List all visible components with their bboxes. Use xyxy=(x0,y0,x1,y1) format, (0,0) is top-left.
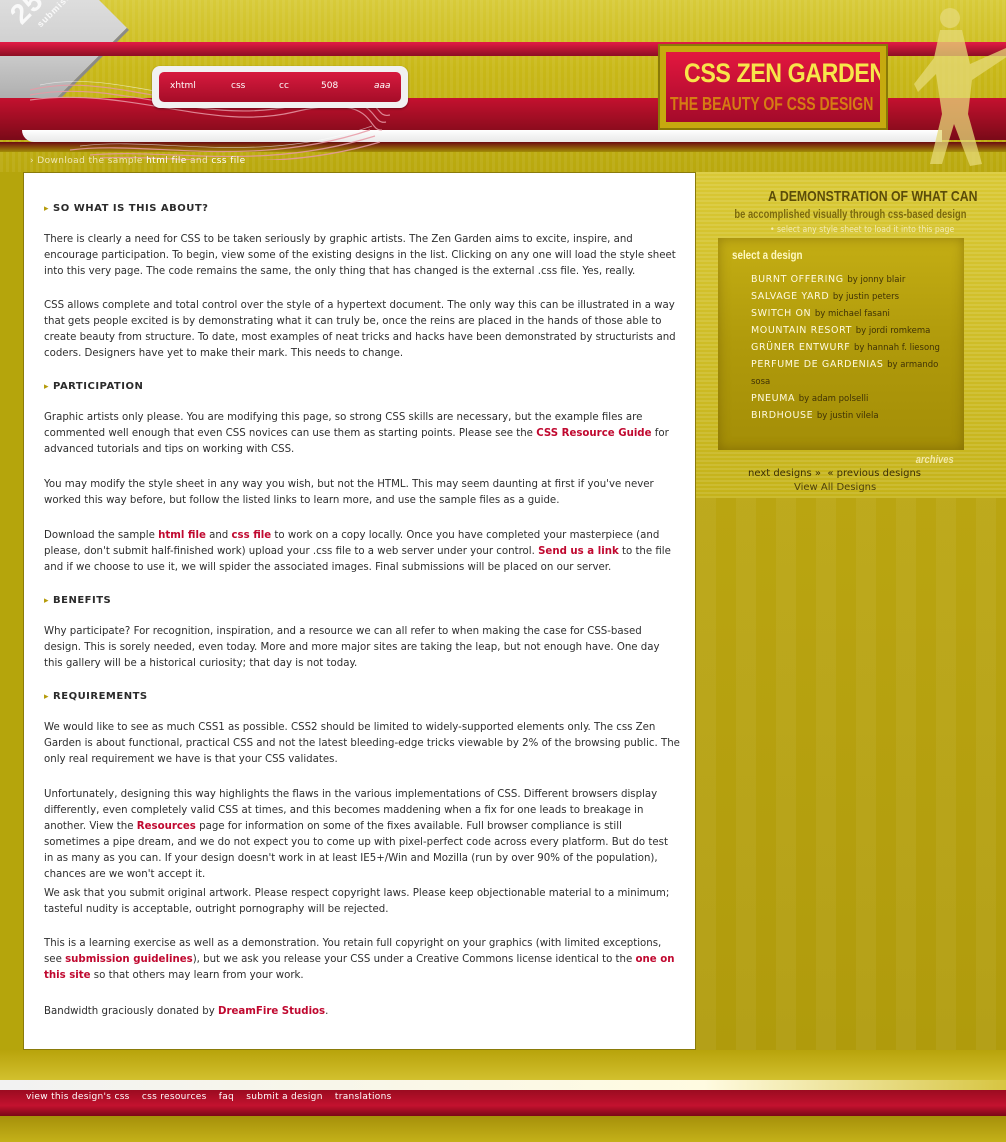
download-arrow-icon: › xyxy=(30,156,34,166)
header: 25 submissions xhtml css cc 508 aaa CSS xyxy=(0,0,1006,172)
send-us-a-link[interactable]: Send us a link xyxy=(538,546,619,557)
footer-link-translations[interactable]: translations xyxy=(335,1092,392,1102)
requirements-paragraph-2: Unfortunately, designing this way highli… xyxy=(44,789,668,880)
html-file-link[interactable]: html file xyxy=(158,530,206,541)
design-select-panel: select a design BURNT OFFERING by jonny … xyxy=(718,238,964,450)
resources-link[interactable]: Resources xyxy=(137,821,196,832)
bandwidth-credit: Bandwidth graciously donated by DreamFir… xyxy=(44,1006,329,1017)
main-content-panel: SO WHAT IS THIS ABOUT? There is clearly … xyxy=(23,172,696,1050)
section-title-about: SO WHAT IS THIS ABOUT? xyxy=(44,203,208,214)
acronym-bar: xhtml css cc 508 aaa xyxy=(152,66,408,108)
download-sample-line: › Download the sample html file and css … xyxy=(30,156,246,166)
demonstration-subtitle: be accomplished visually through css-bas… xyxy=(734,207,966,221)
participation-paragraph-2: You may modify the style sheet in any wa… xyxy=(44,479,654,506)
sidebar-background-fill xyxy=(696,498,1006,1050)
logo-title: CSS ZEN GARDEN xyxy=(684,58,880,88)
participation-paragraph-1: Graphic artists only please. You are mod… xyxy=(44,412,669,455)
footer-bottom xyxy=(0,1116,1006,1142)
footer-links: view this design's css css resources faq… xyxy=(26,1092,401,1102)
logo-subtitle: THE BEAUTY OF CSS DESIGN xyxy=(670,94,874,114)
design-item[interactable]: PNEUMA by adam polselli xyxy=(751,393,868,404)
participation-paragraph-3: Download the sample html file and css fi… xyxy=(44,530,671,573)
acronym-508[interactable]: 508 xyxy=(321,81,338,91)
design-item[interactable]: BURNT OFFERING by jonny blair xyxy=(751,274,905,285)
about-paragraph-1: There is clearly a need for CSS to be ta… xyxy=(44,234,676,277)
archive-nav: next designs » « previous designs xyxy=(748,468,921,479)
design-item[interactable]: MOUNTAIN RESORT by jordi romkema xyxy=(751,325,930,336)
design-item[interactable]: PERFUME DE GARDENIAS by armando xyxy=(751,359,938,370)
about-paragraph-2: CSS allows complete and total control ov… xyxy=(44,300,676,359)
section-title-benefits: BENEFITS xyxy=(44,595,111,606)
design-item[interactable]: SWITCH ON by michael fasani xyxy=(751,308,890,319)
requirements-paragraph-4: This is a learning exercise as well as a… xyxy=(44,938,675,981)
silhouette-figure-graphic xyxy=(914,8,1006,166)
section-title-requirements: REQUIREMENTS xyxy=(44,691,148,702)
requirements-paragraph-3: We ask that you submit original artwork.… xyxy=(44,888,670,915)
footer-white-stripe xyxy=(0,1080,1006,1090)
next-designs-link[interactable]: next designs » xyxy=(748,468,821,479)
hint-bullet-icon: • xyxy=(769,225,777,235)
site-logo: CSS ZEN GARDEN THE BEAUTY OF CSS DESIGN xyxy=(658,44,888,130)
footer-link-submit-design[interactable]: submit a design xyxy=(246,1092,323,1102)
view-all-designs-link[interactable]: View All Designs xyxy=(794,482,876,493)
footer-link-view-css[interactable]: view this design's css xyxy=(26,1092,130,1102)
acronym-css[interactable]: css xyxy=(231,81,245,91)
demonstration-title: A DEMONSTRATION OF WHAT CAN xyxy=(768,188,978,205)
select-hint: • select any style sheet to load it into… xyxy=(769,225,954,235)
previous-designs-link[interactable]: « previous designs xyxy=(827,468,921,479)
select-design-heading: select a design xyxy=(732,248,803,262)
dreamfire-studios-link[interactable]: DreamFire Studios xyxy=(218,1006,325,1017)
archives-label: archives xyxy=(916,454,954,466)
submission-guidelines-link[interactable]: submission guidelines xyxy=(65,954,193,965)
css-file-link[interactable]: css file xyxy=(232,530,272,541)
design-item[interactable]: SALVAGE YARD by justin peters xyxy=(751,291,899,302)
footer-link-faq[interactable]: faq xyxy=(219,1092,234,1102)
acronym-xhtml[interactable]: xhtml xyxy=(170,81,196,91)
design-item[interactable]: GRÜNER ENTWURF by hannah f. liesong xyxy=(751,342,940,353)
section-title-participation: PARTICIPATION xyxy=(44,381,143,392)
design-item-continued[interactable]: sosa xyxy=(751,376,770,387)
footer-link-css-resources[interactable]: css resources xyxy=(142,1092,207,1102)
download-css-link[interactable]: css file xyxy=(211,156,245,166)
download-html-link[interactable]: html file xyxy=(146,156,187,166)
css-resource-guide-link[interactable]: CSS Resource Guide xyxy=(536,428,651,439)
benefits-paragraph-1: Why participate? For recognition, inspir… xyxy=(44,626,660,669)
design-item[interactable]: BIRDHOUSE by justin vilela xyxy=(751,410,879,421)
acronym-cc[interactable]: cc xyxy=(279,81,289,91)
acronym-aaa[interactable]: aaa xyxy=(374,81,391,91)
requirements-paragraph-1: We would like to see as much CSS1 as pos… xyxy=(44,722,680,765)
sidebar: A DEMONSTRATION OF WHAT CAN be accomplis… xyxy=(696,172,1006,498)
